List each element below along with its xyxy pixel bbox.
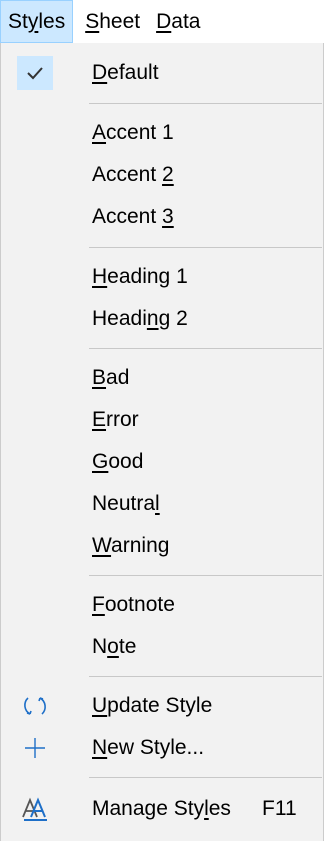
menu-bar: St y les Sheet Data bbox=[0, 0, 324, 43]
menu-data-label-b: ata bbox=[171, 9, 201, 33]
menu-item-accent-3[interactable]: Accent 3 bbox=[1, 195, 323, 239]
menu-item-accent-1[interactable]: Accent 1 bbox=[1, 111, 323, 155]
menu-item-heading-1[interactable]: Heading 1 bbox=[1, 255, 323, 299]
menu-item-bad[interactable]: Bad bbox=[1, 356, 323, 400]
menu-item-manage-styles-label: Manage Styles bbox=[92, 797, 231, 820]
menu-item-default[interactable]: Default bbox=[1, 51, 323, 95]
separator bbox=[89, 348, 322, 349]
styles-manager-icon bbox=[17, 792, 53, 826]
separator bbox=[89, 247, 322, 248]
separator bbox=[89, 676, 322, 677]
menu-item-footnote[interactable]: Footnote bbox=[1, 583, 323, 627]
menu-item-accent-2-label: Accent 2 bbox=[92, 163, 174, 186]
menu-item-manage-styles[interactable]: Manage Styles F11 bbox=[1, 787, 323, 831]
menu-item-neutral-label: Neutral bbox=[92, 492, 160, 515]
menu-sheet-label-b: heet bbox=[99, 9, 141, 33]
menu-styles-mnemonic: y bbox=[27, 9, 39, 33]
menu-item-warning-label: Warning bbox=[92, 534, 170, 557]
shortcut-f11: F11 bbox=[262, 797, 297, 820]
menu-sheet[interactable]: Sheet bbox=[73, 0, 148, 43]
menu-item-warning[interactable]: Warning bbox=[1, 524, 323, 568]
menu-data-mnemonic: D bbox=[156, 9, 172, 33]
menu-item-footnote-label: Footnote bbox=[92, 593, 175, 616]
menu-styles-label-b: les bbox=[38, 9, 66, 33]
menu-item-bad-label: Bad bbox=[92, 366, 130, 389]
menu-item-good[interactable]: Good bbox=[1, 440, 323, 484]
menu-item-new-style-label: New Style... bbox=[92, 736, 205, 759]
menu-item-update-style[interactable]: Update Style bbox=[1, 684, 323, 728]
menu-item-good-label: Good bbox=[92, 450, 144, 473]
styles-dropdown-menu: Default Accent 1 Accent 2 Accent 3 Headi… bbox=[0, 43, 324, 841]
menu-item-heading-2[interactable]: Heading 2 bbox=[1, 297, 323, 341]
separator bbox=[89, 777, 322, 778]
menu-item-heading-1-label: Heading 1 bbox=[92, 265, 188, 288]
menu-item-new-style[interactable]: New Style... bbox=[1, 726, 323, 770]
menu-styles-label-a: St bbox=[8, 9, 28, 33]
separator bbox=[89, 103, 322, 104]
menu-item-neutral[interactable]: Neutral bbox=[1, 482, 323, 526]
menu-item-note-label: Note bbox=[92, 635, 137, 658]
menu-item-accent-1-label: Accent 1 bbox=[92, 121, 174, 144]
menu-item-error-label: Error bbox=[92, 408, 139, 431]
menu-item-accent-2[interactable]: Accent 2 bbox=[1, 153, 323, 197]
separator bbox=[89, 575, 322, 576]
menu-item-accent-3-label: Accent 3 bbox=[92, 205, 174, 228]
menu-item-update-style-label: Update Style bbox=[92, 694, 213, 717]
menu-item-error[interactable]: Error bbox=[1, 398, 323, 442]
menu-sheet-mnemonic: S bbox=[85, 9, 100, 33]
menu-item-heading-2-label: Heading 2 bbox=[92, 307, 188, 330]
menu-item-note[interactable]: Note bbox=[1, 625, 323, 669]
menu-item-default-label: Default bbox=[92, 61, 159, 84]
menu-data[interactable]: Data bbox=[148, 0, 208, 43]
checkmark-icon bbox=[17, 56, 53, 90]
refresh-icon bbox=[17, 689, 53, 723]
menu-styles[interactable]: St y les bbox=[0, 0, 74, 43]
plus-icon bbox=[17, 731, 53, 765]
